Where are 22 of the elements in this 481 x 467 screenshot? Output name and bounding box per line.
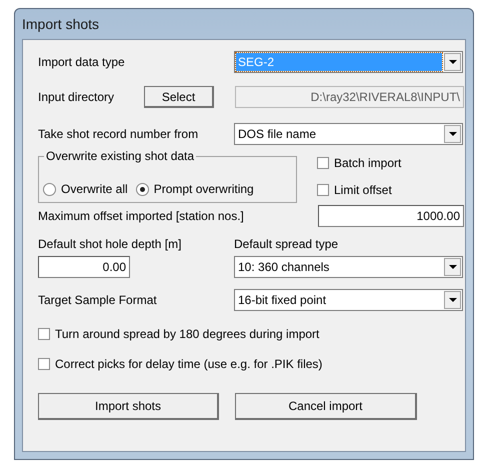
radio-button[interactable]: Overwrite all xyxy=(43,182,128,196)
checkbox[interactable]: Turn around spread by 180 degrees during import xyxy=(38,327,465,341)
dialog-button[interactable]: Cancel import xyxy=(235,393,417,420)
radio-button[interactable]: Prompt overwriting xyxy=(136,182,254,196)
dropdown[interactable]: DOS file name xyxy=(234,123,463,145)
checkbox[interactable]: Correct picks for delay time (use e.g. for .PIK files) xyxy=(38,357,465,371)
field-label: Default spread type xyxy=(234,237,340,251)
field-label: Maximum offset imported [station nos.] xyxy=(38,209,245,223)
field-label: Target Sample Format xyxy=(38,293,158,307)
checkbox[interactable]: Batch import xyxy=(317,156,402,170)
field-label: Take shot record number from xyxy=(38,127,200,141)
dialog-button[interactable]: Import shots xyxy=(38,393,219,420)
checkbox[interactable]: Limit offset xyxy=(317,183,402,197)
window-title: Import shots xyxy=(22,16,100,32)
field-label: Default shot hole depth [m] xyxy=(38,237,182,251)
dropdown[interactable]: 10: 360 channels xyxy=(234,256,463,278)
dropdown[interactable]: 16-bit fixed point xyxy=(234,289,463,311)
group-title: Overwrite existing shot data xyxy=(44,149,196,163)
depth-field[interactable]: 0.00 xyxy=(38,256,130,278)
field-label: Input directory xyxy=(38,90,116,104)
offset-field[interactable]: 1000.00 xyxy=(318,205,464,227)
field-label: Import data type xyxy=(38,55,126,69)
